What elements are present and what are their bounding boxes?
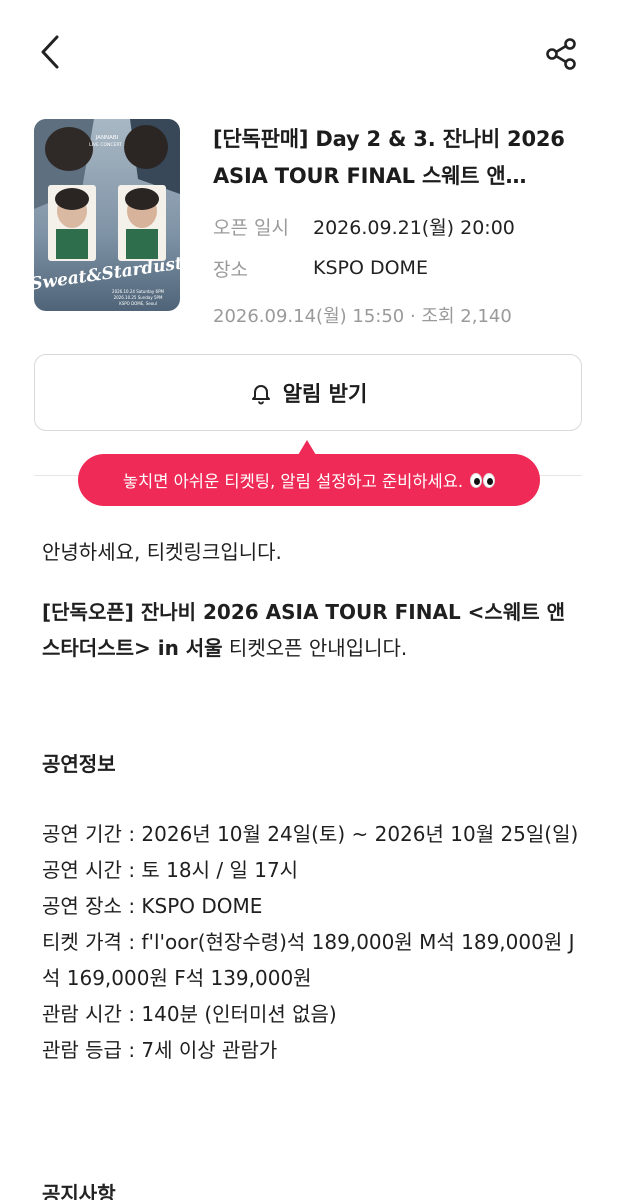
share-button[interactable]: [538, 32, 584, 76]
chevron-left-icon: [41, 35, 59, 69]
svg-text:LIVE CONCERT :: LIVE CONCERT :: [89, 142, 125, 148]
event-poster[interactable]: JANNABI LIVE CONCERT : Sweat&Stardust 20…: [34, 119, 180, 311]
back-button[interactable]: [30, 30, 70, 74]
info-price: 티켓 가격 : f'l'oor(현장수령)석 189,000원 M석 189,0…: [42, 930, 575, 990]
open-datetime-label: 오픈 일시: [213, 216, 289, 239]
posted-meta: 2026.09.14(월) 15:50 · 조회 2,140: [213, 306, 512, 327]
top-app-bar: [0, 0, 617, 100]
event-info: [단독판매] Day 2 & 3. 잔나비 2026 ASIA TOUR FIN…: [213, 119, 582, 335]
alarm-tooltip[interactable]: 놓치면 아쉬운 티켓팅, 알림 설정하고 준비하세요.: [78, 454, 540, 506]
section-title-performance-info: 공연정보: [42, 752, 116, 776]
performance-info-list: 공연 기간 : 2026년 10월 24일(토) ~ 2026년 10월 25일…: [42, 816, 582, 1068]
event-summary: JANNABI LIVE CONCERT : Sweat&Stardust 20…: [34, 119, 582, 327]
eyes-icon: [469, 472, 496, 488]
tooltip-arrow: [298, 440, 316, 455]
svg-text:KSPO DOME, Seoul: KSPO DOME, Seoul: [119, 301, 157, 306]
open-datetime-row: 오픈 일시 2026.09.21(월) 20:00: [213, 205, 582, 247]
svg-text:JANNABI: JANNABI: [95, 135, 119, 141]
info-duration: 관람 시간 : 140분 (인터미션 없음): [42, 1002, 337, 1026]
info-period: 공연 기간 : 2026년 10월 24일(토) ~ 2026년 10월 25일…: [42, 822, 579, 846]
section-title-notices: 공지사항: [42, 1182, 116, 1200]
svg-text:2026.10.24 Saturday 6PM: 2026.10.24 Saturday 6PM: [112, 289, 164, 294]
venue-value: KSPO DOME: [313, 257, 428, 279]
share-icon: [546, 38, 576, 70]
notice-rest: 티켓오픈 안내입니다.: [222, 636, 408, 660]
info-rating: 관람 등급 : 7세 이상 관람가: [42, 1038, 278, 1062]
notice-intro: [단독오픈] 잔나비 2026 ASIA TOUR FINAL <스웨트 앤 스…: [42, 594, 582, 666]
svg-text:2026.10.25 Sunday 5PM: 2026.10.25 Sunday 5PM: [114, 295, 163, 300]
tooltip-text: 놓치면 아쉬운 티켓팅, 알림 설정하고 준비하세요.: [122, 472, 464, 491]
alarm-button-label: 알림 받기: [282, 381, 368, 406]
notice-content: 안녕하세요, 티켓링크입니다. [단독오픈] 잔나비 2026 ASIA TOU…: [42, 534, 582, 1068]
venue-row: 장소 KSPO DOME: [213, 247, 582, 289]
bell-icon: [249, 381, 273, 405]
info-time: 공연 시간 : 토 18시 / 일 17시: [42, 858, 299, 882]
alarm-button[interactable]: 알림 받기: [34, 354, 582, 431]
greeting-text: 안녕하세요, 티켓링크입니다.: [42, 540, 282, 564]
venue-label: 장소: [213, 258, 248, 281]
info-venue: 공연 장소 : KSPO DOME: [42, 894, 263, 918]
event-title[interactable]: [단독판매] Day 2 & 3. 잔나비 2026 ASIA TOUR FIN…: [213, 121, 582, 195]
open-datetime-value: 2026.09.21(월) 20:00: [313, 216, 515, 239]
poster-image: JANNABI LIVE CONCERT : Sweat&Stardust 20…: [34, 119, 180, 311]
